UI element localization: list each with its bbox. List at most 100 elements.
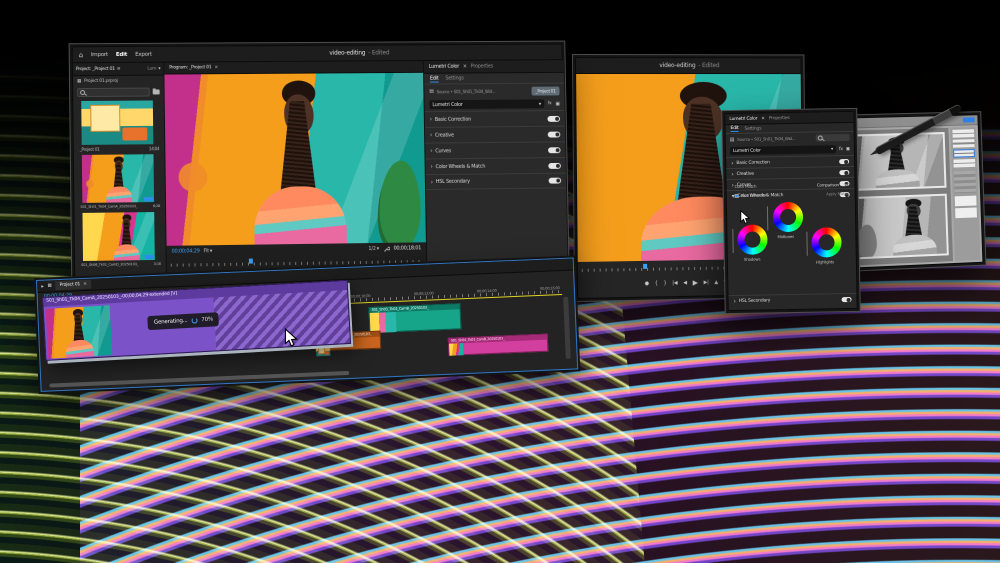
home-icon[interactable]: ⌂	[79, 51, 83, 59]
search-input[interactable]	[77, 88, 150, 98]
go-to-out-button[interactable]: ▶|	[704, 280, 709, 286]
play-button[interactable]: ▶	[693, 279, 698, 287]
section-toggle[interactable]	[548, 131, 561, 137]
wheel-slider[interactable]	[806, 232, 807, 256]
proxy-badge	[145, 255, 154, 259]
section-creative[interactable]: Creative	[737, 171, 754, 176]
fx-icon[interactable]: fx	[548, 101, 552, 106]
timecode-current[interactable]: 00;00;04;29	[172, 248, 200, 254]
project-breadcrumb[interactable]: Project 01.prproj	[84, 78, 118, 83]
selection-tool-icon[interactable]: ▸	[41, 283, 44, 289]
bin-item[interactable]: S01_Sh01_Tk04_CamA_20250103_ 6;28	[80, 154, 160, 211]
chevron-down-icon: ▾	[539, 101, 541, 107]
subtab-settings[interactable]: Settings	[445, 75, 463, 81]
section-toggle[interactable]	[548, 147, 561, 153]
close-icon[interactable]: ×	[463, 64, 467, 70]
settings-wrench-icon[interactable]	[383, 245, 390, 252]
wheel-slider[interactable]	[732, 229, 733, 253]
main-premiere-window: ⌂ Import Edit Export video-editing - Edi…	[72, 44, 567, 294]
section-basic-correction[interactable]: Basic Correction	[736, 160, 770, 166]
go-to-in-button[interactable]: |◀	[672, 280, 677, 286]
mark-out-button[interactable]: }	[663, 280, 666, 286]
sequence-thumbnail[interactable]	[81, 100, 153, 144]
tab-properties[interactable]: Properties	[769, 116, 790, 121]
vertical-scrollbar[interactable]	[563, 297, 571, 359]
fx-icon[interactable]: fx	[839, 147, 843, 152]
share-button[interactable]	[963, 117, 975, 122]
wheel-slider[interactable]	[767, 206, 768, 230]
section-toggle[interactable]	[839, 158, 849, 163]
playback-resolution-dropdown[interactable]: 1/2 ▾	[368, 246, 379, 252]
chevron-down-icon: ▾	[158, 66, 160, 71]
clip-thumbnail[interactable]	[82, 212, 154, 261]
subtab-edit[interactable]: Edit	[430, 75, 439, 82]
section-toggle[interactable]	[842, 296, 852, 301]
timeline-clip-magenta[interactable]: S01_Sh04_Tk03_CamB_20250103_	[448, 334, 549, 356]
brush-preset-selected[interactable]	[953, 149, 975, 158]
tab-program[interactable]: Program: _Project 01	[169, 65, 211, 70]
layer-thumb[interactable]	[955, 196, 977, 207]
lift-button[interactable]: ▲	[714, 279, 718, 285]
reset-icon[interactable]: ▣	[846, 146, 850, 151]
bin-item[interactable]: S01_Sh06_Tk01_CamD_20250103_ 3;18	[80, 212, 160, 269]
tab-lumetri-scopes[interactable]: Lum	[147, 66, 156, 71]
brush-preset[interactable]	[953, 159, 975, 168]
zoom-level-dropdown[interactable]: Fit ▾	[204, 248, 213, 254]
chevron-right-icon[interactable]: ›	[430, 148, 432, 155]
section-toggle[interactable]	[548, 162, 561, 168]
tab-sequence[interactable]: Project 01 ×	[55, 280, 90, 290]
chevron-right-icon[interactable]: ›	[430, 116, 432, 123]
add-marker-button[interactable]: ●	[645, 281, 649, 287]
chevron-down-icon: ▾	[210, 248, 212, 254]
effect-dropdown[interactable]: Lumetri Color ▾	[429, 99, 544, 109]
menu-edit[interactable]: Edit	[116, 51, 127, 57]
menu-icon[interactable]: ≡	[117, 66, 121, 71]
section-hsl-secondary[interactable]: HSL Secondary	[436, 179, 470, 185]
chevron-right-icon[interactable]: ›	[731, 159, 733, 166]
snap-icon[interactable]: ▦	[47, 283, 51, 288]
brush-preset[interactable]	[953, 139, 975, 148]
target-clip-chip[interactable]: _Project 01	[532, 86, 560, 95]
section-curves[interactable]: Curves	[435, 148, 451, 154]
mark-in-button[interactable]: {	[655, 281, 658, 287]
folder-icon[interactable]	[153, 89, 160, 94]
item-label: S01_Sh01_Tk04_CamA_20250103_	[80, 204, 137, 209]
chevron-right-icon[interactable]: ›	[731, 170, 733, 177]
apply-match-button[interactable]: Apply Match	[826, 191, 849, 196]
timeline-clip-teal[interactable]: S01_Sh03_Tk02_CamB_20250103_	[368, 303, 461, 333]
tab-lumetri-color[interactable]: Lumetri Color	[729, 116, 757, 121]
section-creative[interactable]: Creative	[435, 132, 454, 138]
subtab-settings[interactable]: Settings	[744, 126, 761, 131]
section-toggle[interactable]	[839, 169, 849, 174]
chevron-right-icon[interactable]: ›	[430, 163, 432, 170]
face-detection-checkbox[interactable]: Face Detection	[735, 192, 768, 198]
chevron-right-icon[interactable]: ›	[430, 132, 432, 139]
tab-project[interactable]: Project: _Project 01	[76, 66, 115, 71]
effect-dropdown[interactable]: Lumetri Color ▾	[730, 145, 836, 155]
comparison-view-button[interactable]: Comparison View	[817, 182, 849, 188]
section-toggle[interactable]	[549, 178, 562, 184]
chevron-right-icon[interactable]: ›	[431, 179, 433, 186]
close-icon[interactable]: ×	[761, 116, 765, 121]
section-basic-correction[interactable]: Basic Correction	[435, 116, 471, 122]
layer-thumb[interactable]	[955, 207, 977, 218]
bin-item[interactable]: _Project 01 14;04	[79, 100, 159, 153]
close-icon[interactable]: ×	[214, 65, 218, 70]
chevron-right-icon[interactable]: ›	[734, 297, 736, 304]
section-toggle[interactable]	[547, 115, 560, 121]
menu-export[interactable]: Export	[135, 51, 152, 57]
step-back-button[interactable]: ◀	[683, 280, 687, 286]
storyboard-frame[interactable]	[849, 194, 949, 260]
section-hsl-secondary[interactable]: HSL Secondary	[739, 298, 771, 304]
tab-properties[interactable]: Properties	[471, 64, 494, 70]
generating-progress: 70%	[201, 316, 213, 323]
search-input[interactable]	[816, 134, 850, 142]
reset-icon[interactable]: ▣	[555, 101, 559, 107]
brush-preset[interactable]	[952, 129, 974, 138]
section-color-wheels[interactable]: Color Wheels & Match	[435, 163, 485, 169]
clip-thumbnail[interactable]	[82, 154, 154, 203]
brushes-panel	[950, 127, 980, 261]
tab-lumetri-color[interactable]: Lumetri Color	[429, 64, 459, 70]
subtab-edit[interactable]: Edit	[731, 126, 739, 132]
menu-import[interactable]: Import	[91, 52, 108, 58]
